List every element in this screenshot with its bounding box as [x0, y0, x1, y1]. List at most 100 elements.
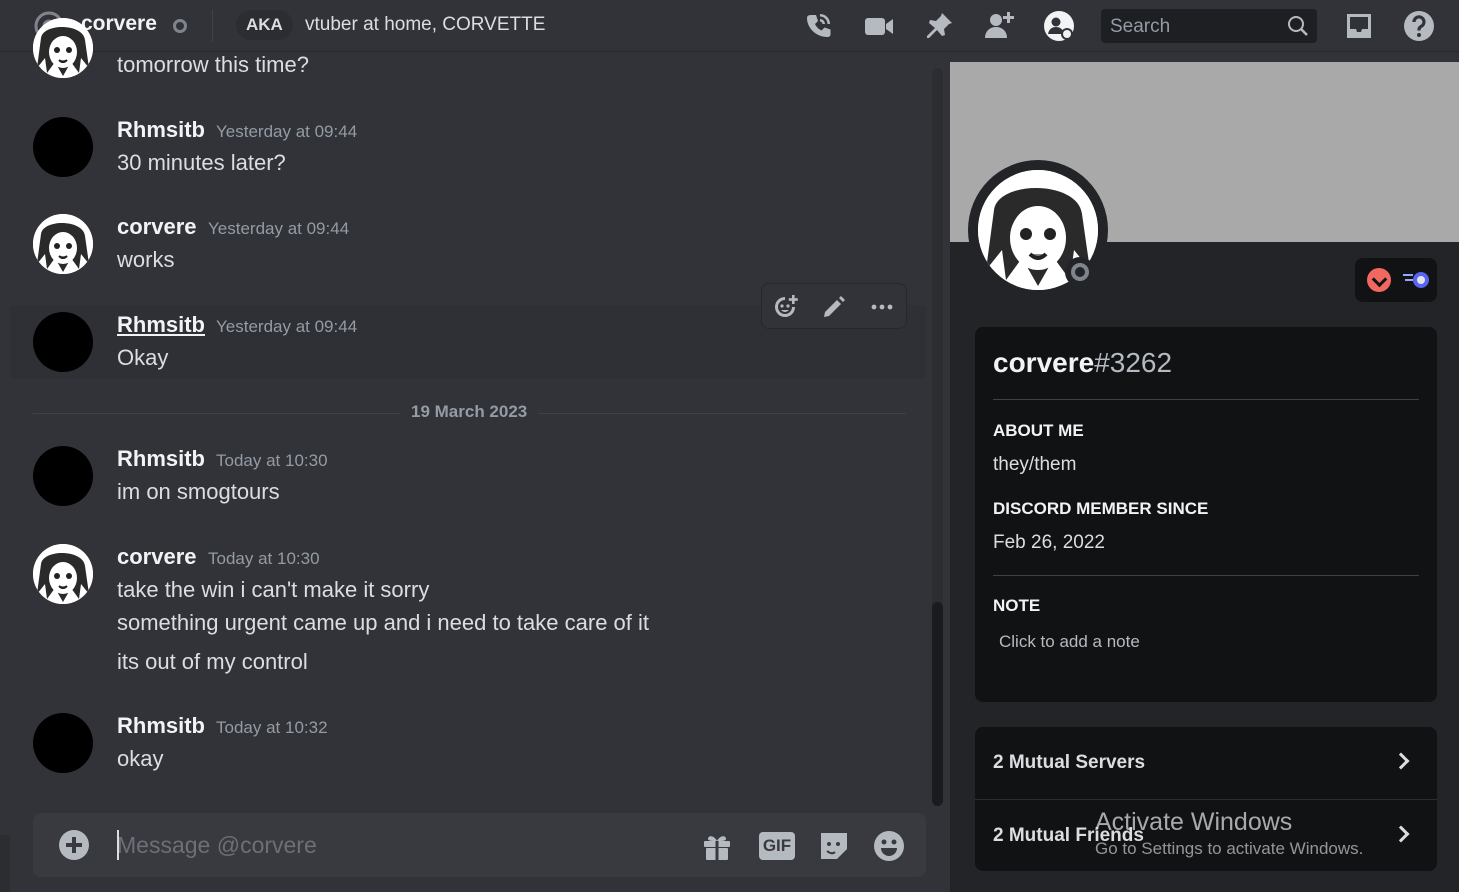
search-placeholder: Search — [1110, 16, 1171, 37]
aka-badge[interactable]: AKA — [236, 10, 293, 40]
message-author[interactable]: Rhmsitb — [117, 117, 205, 143]
gift-button[interactable] — [699, 828, 735, 864]
sticker-button[interactable] — [816, 828, 852, 864]
message-timestamp: Yesterday at 09:44 — [216, 317, 358, 336]
pin-icon — [927, 13, 952, 38]
channel-header: corvere AKA vtuber at home, CORVETTE Sea… — [0, 0, 1459, 52]
message-text: 30 minutes later? — [117, 150, 286, 175]
anime-avatar-art — [33, 544, 93, 604]
header-divider — [212, 10, 213, 42]
message-text: its out of my control — [117, 649, 308, 674]
gif-button[interactable]: GIF — [759, 828, 795, 864]
ellipsis-icon — [871, 304, 893, 310]
status-offline-icon — [173, 19, 187, 33]
pencil-icon — [824, 296, 845, 317]
mutual-friends-label: 2 Mutual Friends — [993, 825, 1144, 846]
mutual-friends-row[interactable]: 2 Mutual Friends — [975, 800, 1437, 872]
profile-icon — [1044, 11, 1074, 41]
edit-message-button[interactable] — [818, 291, 850, 323]
about-me-title: ABOUT ME — [993, 421, 1084, 440]
anime-avatar-art — [33, 18, 93, 78]
help-button[interactable] — [1402, 10, 1436, 42]
user-profile-toggle[interactable] — [1042, 10, 1076, 42]
help-icon — [1404, 11, 1434, 41]
chevron-right-icon — [1392, 825, 1410, 843]
message-timestamp: Yesterday at 09:44 — [208, 219, 350, 238]
message-text: im on smogtours — [117, 479, 280, 504]
avatar[interactable] — [33, 214, 93, 274]
search-bar[interactable]: Search — [1101, 9, 1317, 43]
profile-username: corvere#3262 — [993, 347, 1172, 379]
gif-icon: GIF — [759, 832, 795, 860]
message-text: okay — [117, 746, 164, 771]
date-divider-line — [33, 413, 400, 414]
message-text: tomorrow this time? — [117, 52, 309, 77]
message-composer: GIF — [33, 813, 926, 877]
add-friend-button[interactable] — [982, 10, 1016, 42]
header-username[interactable]: corvere — [81, 12, 157, 36]
avatar[interactable] — [33, 446, 93, 506]
mutual-servers-label: 2 Mutual Servers — [993, 752, 1146, 773]
avatar[interactable] — [33, 18, 93, 78]
emoji-icon — [874, 831, 904, 861]
date-divider-line — [538, 413, 906, 414]
message-text: take the win i can't make it sorry — [117, 577, 430, 602]
profile-divider — [993, 575, 1419, 576]
profile-divider — [993, 399, 1419, 400]
message-timestamp: Today at 10:30 — [216, 451, 328, 470]
message-author[interactable]: Rhmsitb — [117, 446, 205, 472]
message-author[interactable]: Rhmsitb — [117, 713, 205, 739]
profile-status-offline-icon — [1065, 257, 1095, 287]
text-caret — [117, 830, 119, 860]
profile-display-name: corvere — [993, 347, 1095, 378]
message-author[interactable]: corvere — [117, 214, 197, 240]
voice-call-icon — [807, 14, 831, 37]
avatar[interactable] — [33, 117, 93, 177]
about-me-text: they/them — [993, 454, 1077, 475]
more-options-button[interactable] — [866, 291, 898, 323]
pinned-messages-button[interactable] — [922, 10, 956, 42]
avatar[interactable] — [33, 312, 93, 372]
search-icon — [1288, 16, 1308, 36]
note-input[interactable]: Click to add a note — [999, 632, 1140, 652]
note-title: NOTE — [993, 596, 1041, 615]
sticker-icon — [821, 833, 847, 859]
profile-badges — [1355, 258, 1437, 302]
emoji-button[interactable] — [871, 828, 907, 864]
nitro-badge-icon[interactable] — [1367, 268, 1391, 292]
date-divider: 19 March 2023 — [411, 402, 528, 421]
message-author[interactable]: Rhmsitb — [117, 312, 205, 338]
aka-nicknames: vtuber at home, CORVETTE — [305, 14, 546, 35]
message-timestamp: Today at 10:32 — [216, 718, 328, 737]
video-call-button[interactable] — [862, 10, 896, 42]
server-boost-badge-icon[interactable] — [1401, 268, 1431, 292]
inbox-button[interactable] — [1342, 10, 1376, 42]
add-reaction-icon — [775, 295, 798, 317]
gift-icon — [704, 836, 730, 860]
message-input[interactable] — [117, 827, 677, 863]
message-actions-toolbar — [761, 283, 907, 329]
video-call-icon — [865, 18, 893, 35]
profile-discriminator: #3262 — [1094, 347, 1173, 378]
avatar[interactable] — [33, 713, 93, 773]
chevron-right-icon — [1392, 752, 1410, 770]
user-profile-panel: corvere#3262 ABOUT ME they/them DISCORD … — [950, 62, 1459, 892]
member-since-date: Feb 26, 2022 — [993, 532, 1105, 553]
upload-plus-button[interactable] — [59, 830, 89, 860]
message-timestamp: Today at 10:30 — [208, 549, 320, 568]
chat-scrollbar-thumb[interactable] — [932, 602, 943, 806]
mutuals-card: 2 Mutual Servers 2 Mutual Friends — [975, 727, 1437, 871]
profile-info-card: corvere#3262 ABOUT ME they/them DISCORD … — [975, 327, 1437, 702]
member-since-title: DISCORD MEMBER SINCE — [993, 499, 1209, 518]
server-sidebar-edge — [0, 835, 10, 892]
voice-call-button[interactable] — [801, 10, 835, 42]
mutual-servers-row[interactable]: 2 Mutual Servers — [975, 727, 1437, 799]
message-text: Okay — [117, 345, 169, 370]
message-timestamp: Yesterday at 09:44 — [216, 122, 358, 141]
avatar[interactable] — [33, 544, 93, 604]
message-text: something urgent came up and i need to t… — [117, 610, 649, 635]
message-text: works — [117, 247, 175, 272]
message-author[interactable]: corvere — [117, 544, 197, 570]
inbox-icon — [1347, 14, 1371, 38]
add-reaction-button[interactable] — [770, 291, 802, 323]
